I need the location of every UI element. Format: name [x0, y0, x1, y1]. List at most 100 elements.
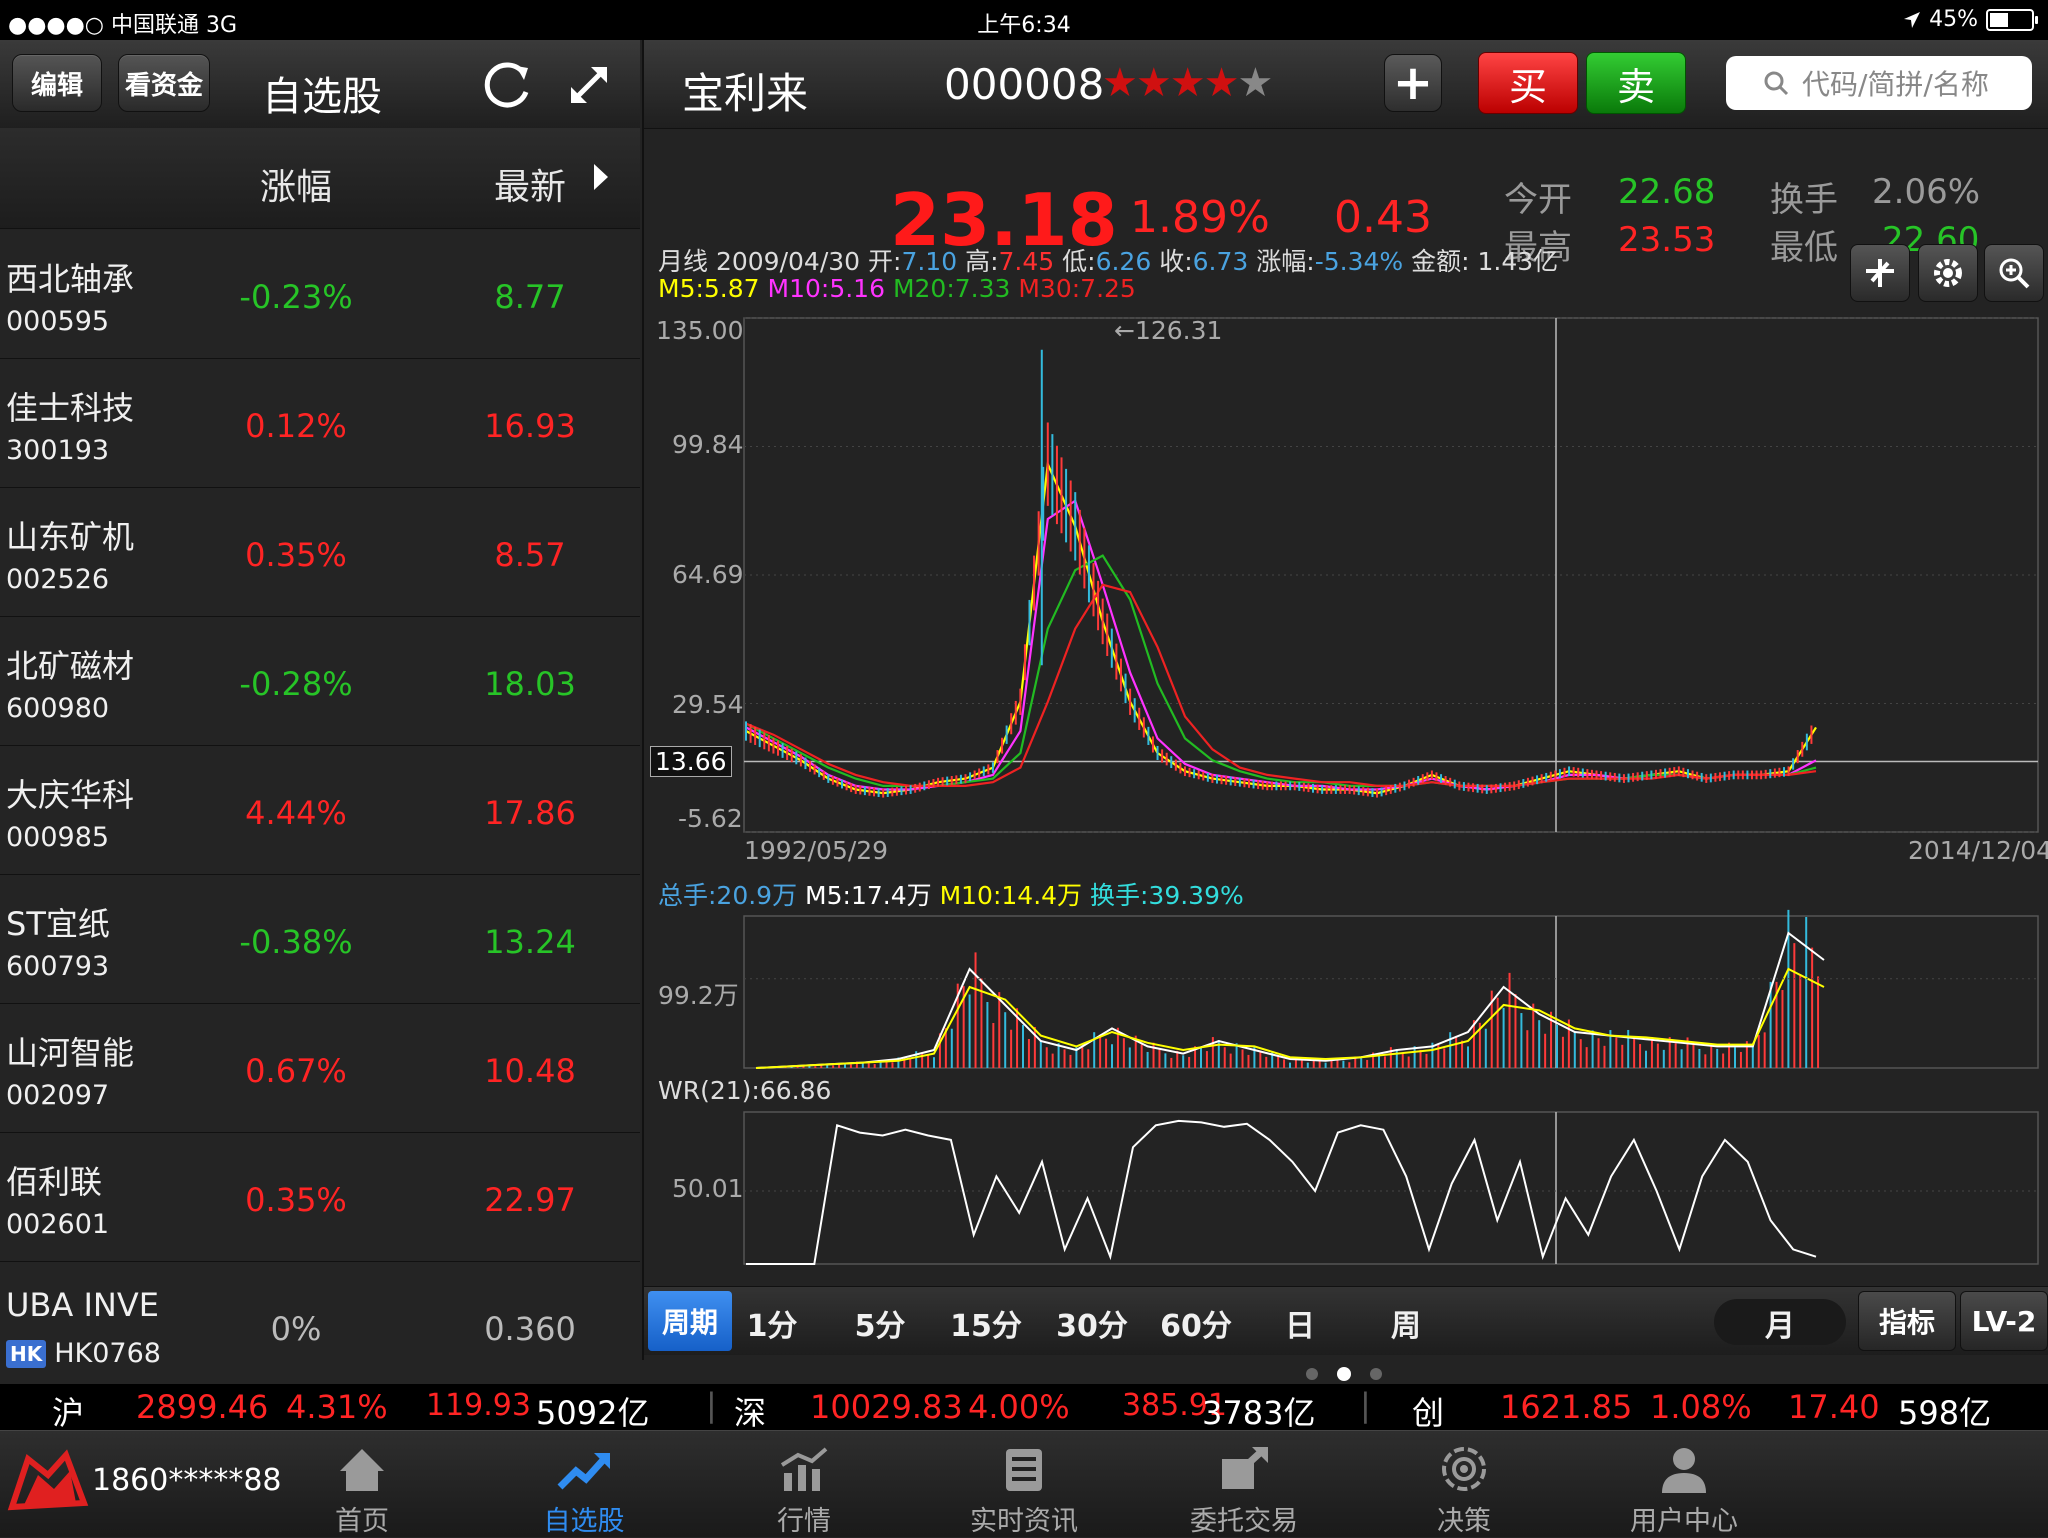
ticker-value: 10029.83 [810, 1388, 963, 1426]
tab-label: 委托交易 [1190, 1506, 1298, 1537]
page-indicator [0, 1362, 2048, 1386]
tab-label: 实时资讯 [970, 1506, 1078, 1537]
tab-news[interactable]: 实时资讯 [934, 1431, 1114, 1537]
vol-turn: 换手:39.39% [1090, 881, 1244, 910]
watchlist-row[interactable]: 佳士科技 300193 0.12% 16.93 [0, 359, 640, 489]
watchlist-row[interactable]: 佰利联 002601 0.35% 22.97 [0, 1133, 640, 1263]
wr-y-tick: 50.01 [672, 1174, 744, 1203]
watchlist-row[interactable]: 北矿磁材 600980 -0.28% 18.03 [0, 617, 640, 747]
stock-last: 8.57 [494, 536, 566, 574]
watchlist-row[interactable]: ST宜纸 600793 -0.38% 13.24 [0, 875, 640, 1005]
status-right: 45% [1903, 7, 2038, 32]
home-icon [340, 1449, 384, 1491]
watchlist-toolbar: 编辑 看资金 自选股 [0, 40, 640, 129]
stock-last: 10.48 [484, 1052, 576, 1090]
stock-chart[interactable] [644, 40, 2048, 1286]
stock-code: 002601 [6, 1209, 110, 1240]
tab-trend[interactable]: 自选股 [494, 1431, 674, 1537]
tab-target[interactable]: 决策 [1374, 1431, 1554, 1537]
ma-line-m5 [745, 460, 1817, 795]
location-arrow-icon [1904, 11, 1921, 28]
stock-name: 北矿磁材 [6, 647, 135, 685]
market-chart-icon [780, 1447, 828, 1491]
tab-label: 决策 [1437, 1506, 1491, 1537]
lv2-button[interactable]: LV-2 [1960, 1291, 2048, 1351]
next-column-icon[interactable] [592, 162, 610, 192]
y-tick-1: 99.84 [672, 430, 744, 459]
stock-change: 0.67% [245, 1052, 347, 1090]
stock-code-line: 002526 [6, 564, 109, 595]
stock-name: 山河智能 [6, 1034, 135, 1072]
stock-name: ST宜纸 [6, 905, 110, 943]
watchlist-row[interactable]: 山河智能 002097 0.67% 10.48 [0, 1004, 640, 1134]
y-tick-2: 64.69 [672, 560, 744, 589]
period-bar: 周期 1分 5分 15分 30分 60分日周 月 指标 LV-2 [644, 1286, 2048, 1355]
crosshair-price: 13.66 [650, 746, 732, 777]
ticker-pct: 4.31% [286, 1388, 388, 1426]
stock-change: 0.12% [245, 407, 347, 445]
view-funds-button[interactable]: 看资金 [118, 54, 210, 112]
app-logo[interactable] [4, 1445, 90, 1525]
tab-bar: 1860*****88 首页 自选股 行情 实时资讯 委托交易 决策 用户中心 [0, 1430, 2048, 1537]
ticker-amount: 5092亿 [536, 1394, 650, 1432]
target-icon [1442, 1447, 1486, 1491]
period-7[interactable]: 周 [1356, 1301, 1456, 1345]
tab-user[interactable]: 用户中心 [1594, 1431, 1774, 1537]
period-button[interactable]: 周期 [648, 1291, 732, 1351]
ticker-pct: 1.08% [1650, 1388, 1752, 1426]
stock-code-line: 000985 [6, 822, 109, 853]
period-5[interactable]: 60分 [1146, 1301, 1246, 1345]
period-1[interactable]: 1分 [722, 1301, 822, 1345]
stock-last: 13.24 [484, 923, 576, 961]
stock-code: 600980 [6, 693, 110, 724]
period-4[interactable]: 30分 [1042, 1301, 1142, 1345]
ma-line-m30 [745, 583, 1817, 788]
stock-last: 17.86 [484, 794, 576, 832]
user-icon [1662, 1448, 1706, 1493]
column-change[interactable]: 涨幅 [196, 158, 396, 210]
refresh-icon[interactable] [480, 58, 534, 112]
page-dot-active[interactable] [1337, 1367, 1351, 1381]
trade-icon [1222, 1447, 1268, 1489]
battery-icon [1986, 8, 2038, 31]
start-date: 1992/05/29 [744, 836, 889, 865]
tab-home[interactable]: 首页 [272, 1431, 452, 1537]
index-ticker[interactable]: 沪 2899.46 4.31% 119.93 5092亿 | 深 10029.8… [0, 1384, 2048, 1432]
edit-button[interactable]: 编辑 [12, 54, 102, 112]
ticker-chg: 119.93 [426, 1388, 531, 1423]
expand-icon[interactable] [564, 60, 614, 110]
stock-code-line: 000595 [6, 306, 109, 337]
tab-trade[interactable]: 委托交易 [1154, 1431, 1334, 1537]
stock-code: 000985 [6, 822, 110, 853]
user-phone[interactable]: 1860*****88 [92, 1463, 282, 1498]
watchlist-panel: 编辑 看资金 自选股 涨幅 最新 西北轴承 000595 -0.23% 8.77 佳士科… [0, 40, 640, 1392]
indicator-button[interactable]: 指标 [1858, 1291, 1956, 1351]
status-bar: ●●●●○ 中国联通 3G 上午6:34 45% [0, 0, 2048, 40]
end-date: 2014/12/04 [1908, 836, 2048, 865]
stock-last: 16.93 [484, 407, 576, 445]
ma-line-m10 [745, 499, 1817, 791]
page-dot[interactable] [1306, 1368, 1318, 1380]
stock-code: 002526 [6, 564, 110, 595]
ticker-divider: | [706, 1386, 717, 1424]
watchlist-row[interactable]: 大庆华科 000985 4.44% 17.86 [0, 746, 640, 876]
watchlist-row[interactable]: 山东矿机 002526 0.35% 8.57 [0, 488, 640, 618]
stock-code-line: 300193 [6, 435, 109, 466]
tab-label: 自选股 [543, 1506, 625, 1537]
period-8[interactable]: 月 [1730, 1301, 1830, 1345]
period-3[interactable]: 15分 [936, 1301, 1036, 1345]
period-6[interactable]: 日 [1250, 1301, 1350, 1345]
volume-legend: 总手:20.9万 M5:17.4万 M10:14.4万 换手:39.39% [658, 876, 1244, 912]
tab-market-chart[interactable]: 行情 [714, 1431, 894, 1537]
clock: 上午6:34 [977, 13, 1071, 38]
stock-detail-panel: 宝利来 000008 ★★★★★ + 买 卖 代码/简拼/名称 23.18 1.… [642, 40, 2048, 1360]
ticker-value: 1621.85 [1500, 1388, 1633, 1426]
volume-y-tick: 99.2万 [658, 981, 739, 1010]
stock-code: 000595 [6, 306, 110, 337]
page-dot[interactable] [1370, 1368, 1382, 1380]
watchlist-row[interactable]: 西北轴承 000595 -0.23% 8.77 [0, 230, 640, 360]
stock-last: 0.360 [484, 1310, 576, 1348]
stock-change: 0.35% [245, 536, 347, 574]
period-2[interactable]: 5分 [830, 1301, 930, 1345]
stock-change: 0% [270, 1310, 322, 1348]
